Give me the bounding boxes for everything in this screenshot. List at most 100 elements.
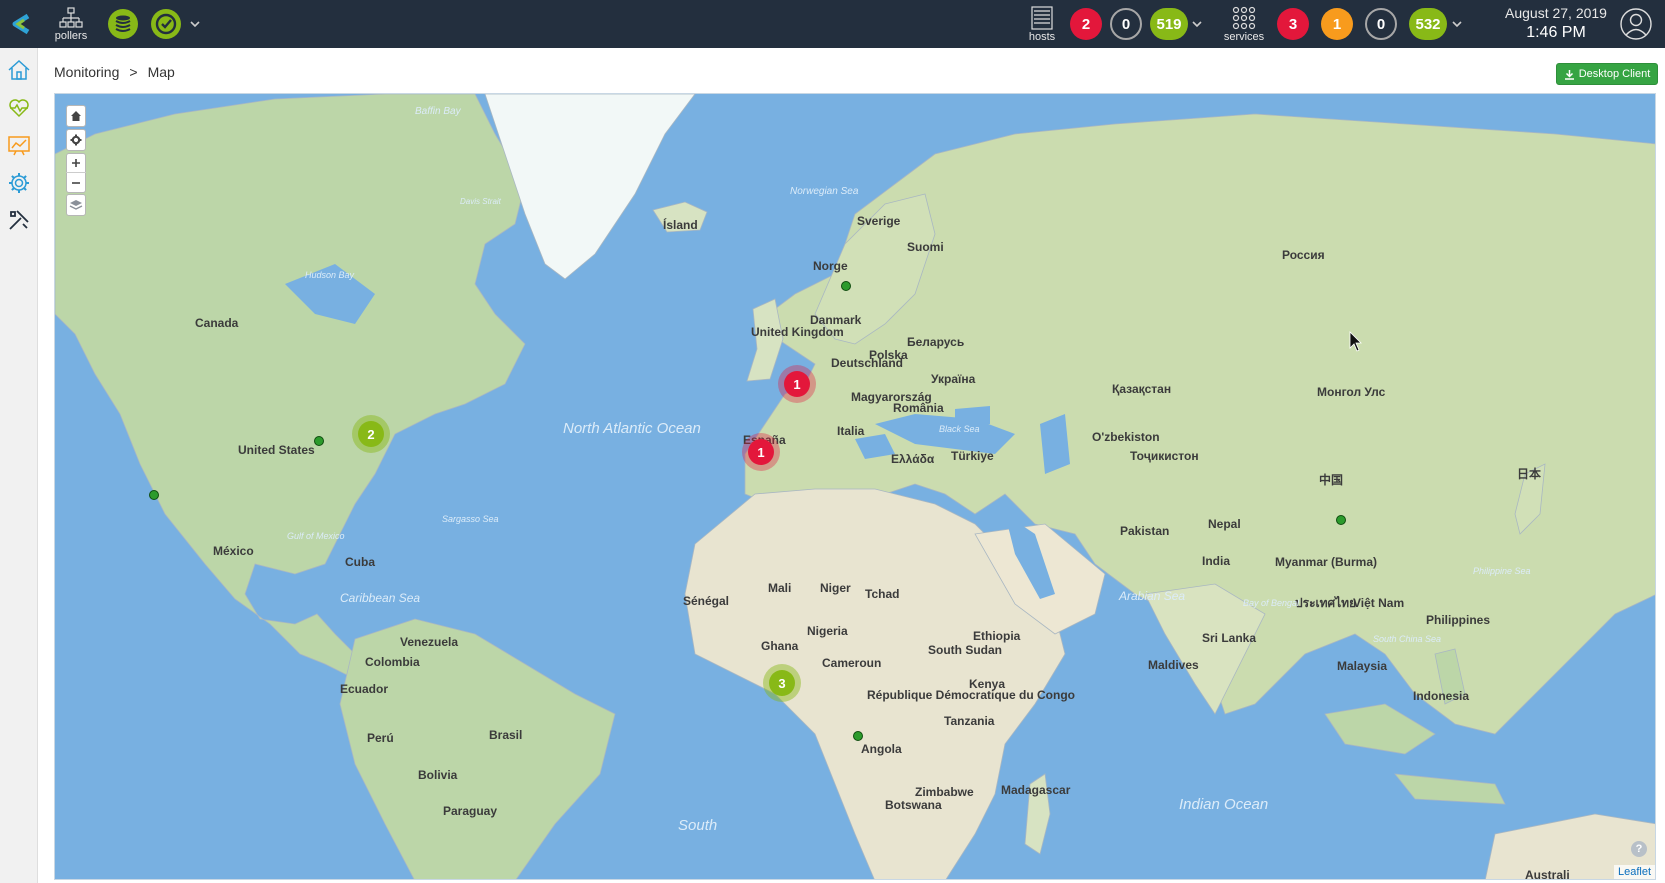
plus-icon (72, 159, 80, 167)
label-south-china-sea: South China Sea (1373, 634, 1441, 644)
sidebar-item-monitoring[interactable] (4, 93, 34, 123)
services-critical-badge[interactable]: 3 (1277, 8, 1309, 40)
label-mongol: Монгол Улс (1317, 385, 1386, 399)
map-settings-control[interactable] (66, 129, 86, 151)
user-avatar-icon (1620, 8, 1652, 40)
services-button[interactable]: services (1222, 0, 1266, 48)
label-cameroun: Cameroun (822, 656, 881, 670)
label-philippine-sea: Philippine Sea (1473, 566, 1531, 576)
hosts-up-badge[interactable]: 519 (1150, 8, 1188, 40)
database-status[interactable] (107, 0, 139, 48)
label-bolivia: Bolivia (418, 768, 458, 782)
cluster-ok-usa[interactable]: 2 (352, 415, 390, 453)
label-indonesia: Indonesia (1413, 689, 1469, 703)
user-profile-button[interactable] (1618, 0, 1654, 48)
host-marker-norway[interactable] (841, 281, 851, 291)
services-ok-badge[interactable]: 532 (1409, 8, 1447, 40)
label-ecuador: Ecuador (340, 682, 388, 696)
poller-latency-status[interactable] (150, 0, 182, 48)
label-tchad: Tchad (865, 587, 899, 601)
label-indian-ocean: Indian Ocean (1179, 796, 1268, 813)
pollers-icon (59, 6, 83, 28)
map-zoom-control[interactable] (66, 153, 86, 193)
label-malaysia: Malaysia (1337, 659, 1387, 673)
label-rossiya: Россия (1282, 248, 1325, 262)
hosts-chevron-down-icon[interactable] (1190, 17, 1204, 31)
zoom-in-button[interactable] (66, 154, 86, 173)
centreon-logo[interactable] (0, 0, 38, 48)
label-myanmar: Myanmar (Burma) (1275, 555, 1377, 569)
label-north-atlantic: North Atlantic Ocean (563, 420, 701, 437)
label-canada: Canada (195, 316, 239, 330)
label-vietnam: Việt Nam (1353, 596, 1404, 610)
label-peru: Perú (367, 731, 394, 745)
map-settings-button[interactable] (66, 130, 86, 150)
services-chevron-down-icon[interactable] (1450, 17, 1464, 31)
host-marker-angola[interactable] (853, 731, 863, 741)
zoom-out-button[interactable] (66, 173, 86, 192)
cluster-ok-gulf-of-guinea[interactable]: 3 (763, 664, 801, 702)
label-senegal: Sénégal (683, 594, 729, 608)
label-black-sea: Black Sea (939, 424, 980, 434)
label-arabian-sea: Arabian Sea (1118, 589, 1185, 603)
leaflet-attribution[interactable]: Leaflet (1613, 865, 1655, 879)
clock-time: 1:46 PM (1526, 24, 1586, 41)
map-help-icon[interactable]: ? (1631, 841, 1647, 857)
services-label: services (1223, 30, 1265, 43)
pollers-button[interactable]: pollers (55, 0, 87, 48)
sidebar-item-administration[interactable] (4, 205, 34, 235)
map-layers-control[interactable] (66, 194, 86, 216)
label-romania: România (893, 401, 944, 415)
label-brasil: Brasil (489, 728, 522, 742)
sidebar-item-reporting[interactable] (4, 131, 34, 161)
host-marker-california[interactable] (149, 490, 159, 500)
label-sargasso-sea: Sargasso Sea (442, 514, 499, 524)
cluster-critical-france[interactable]: 1 (778, 365, 816, 403)
gauge-check-icon (151, 9, 181, 39)
label-bay-of-bengal: Bay of Bengal (1243, 598, 1300, 608)
cluster-critical-spain[interactable]: 1 (742, 433, 780, 471)
layers-button[interactable] (66, 195, 86, 215)
gear-icon (9, 173, 29, 193)
label-thailand: ประเทศไทย (1295, 595, 1356, 610)
chart-board-icon (8, 136, 30, 156)
breadcrumb-monitoring[interactable]: Monitoring (54, 64, 119, 80)
map-home-button[interactable] (66, 106, 86, 126)
label-zimbabwe: Zimbabwe (915, 785, 974, 799)
label-ghana: Ghana (761, 639, 799, 653)
hosts-button[interactable]: hosts (1026, 0, 1058, 48)
services-unknown-badge[interactable]: 0 (1365, 8, 1397, 40)
desktop-client-button[interactable]: Desktop Client (1556, 63, 1658, 85)
label-tojikiston: Тоҷикистон (1130, 449, 1199, 463)
sidebar-item-home[interactable] (4, 55, 34, 85)
host-marker-usa[interactable] (314, 436, 324, 446)
hosts-unreachable-badge[interactable]: 0 (1110, 8, 1142, 40)
cluster-count: 1 (793, 377, 800, 392)
hosts-down-badge[interactable]: 2 (1070, 8, 1102, 40)
services-warning-badge[interactable]: 1 (1321, 8, 1353, 40)
label-japan: 日本 (1517, 466, 1541, 481)
label-ellada: Ελλάδα (891, 452, 935, 466)
label-italia: Italia (837, 424, 865, 438)
label-philippines: Philippines (1426, 613, 1490, 627)
label-india: India (1202, 554, 1230, 568)
label-angola: Angola (861, 742, 902, 756)
world-map[interactable]: Canada United States México Cuba Venezue… (54, 93, 1656, 880)
sidebar (0, 48, 38, 883)
map-home-control[interactable] (66, 105, 86, 127)
sidebar-item-configuration[interactable] (4, 168, 34, 198)
centreon-logo-icon (12, 13, 30, 35)
label-nepal: Nepal (1208, 517, 1241, 531)
label-united-states: United States (238, 443, 315, 457)
pollers-chevron-down-icon[interactable] (188, 17, 202, 31)
minus-icon (72, 181, 80, 184)
database-icon (108, 9, 138, 39)
host-marker-china[interactable] (1336, 515, 1346, 525)
label-australia: Australi (1525, 868, 1570, 880)
label-caribbean-sea: Caribbean Sea (340, 591, 420, 605)
label-botswana: Botswana (885, 798, 942, 812)
label-kazakhstan: Қазақстан (1112, 382, 1171, 396)
breadcrumb-map[interactable]: Map (148, 64, 175, 80)
map-tiles[interactable]: Canada United States México Cuba Venezue… (55, 94, 1656, 880)
label-united-kingdom: United Kingdom (751, 325, 844, 339)
